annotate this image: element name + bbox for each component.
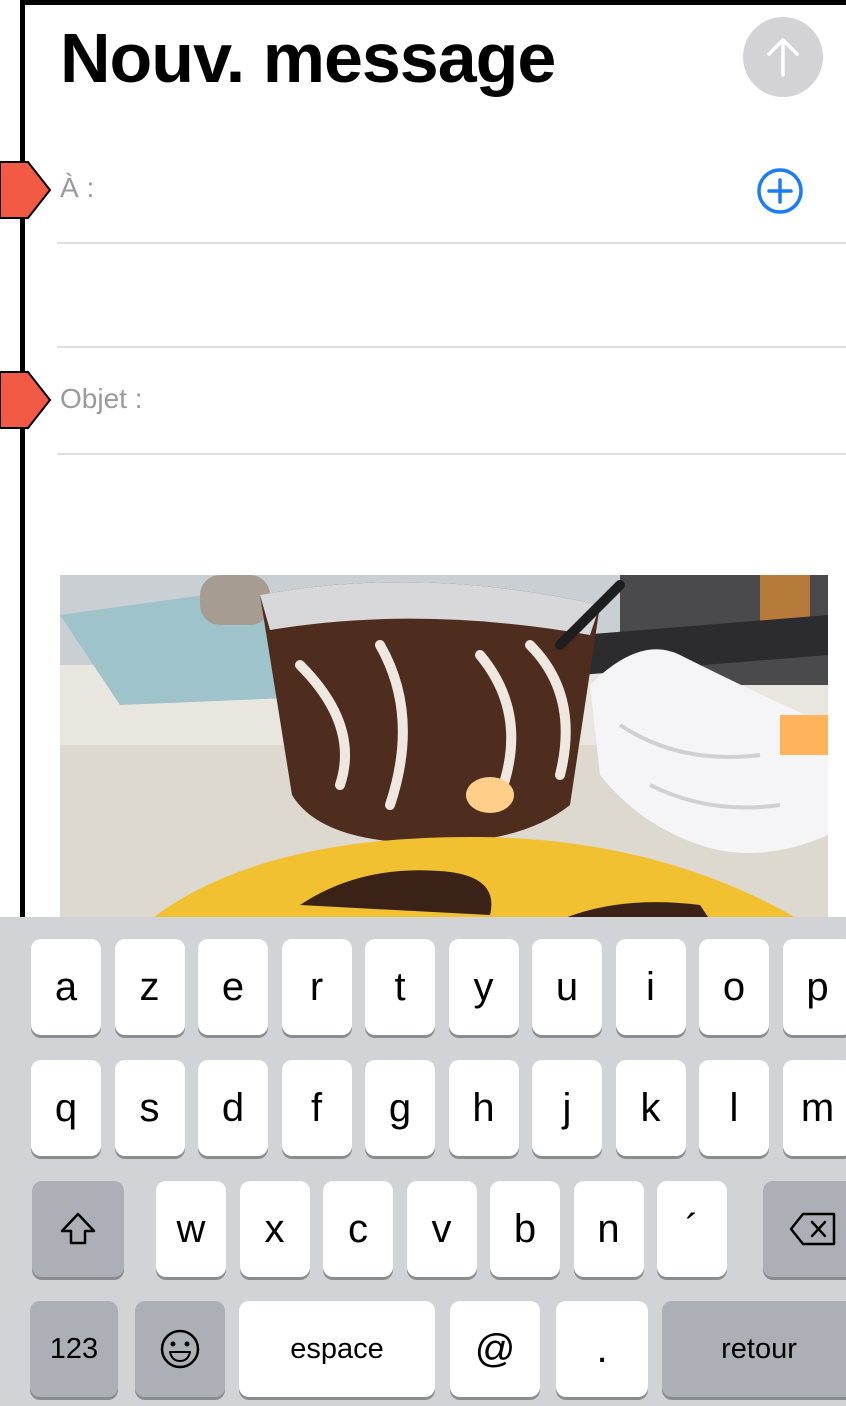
compose-title: Nouv. message bbox=[60, 19, 556, 97]
send-button[interactable] bbox=[743, 17, 823, 97]
key-label: k bbox=[640, 1085, 661, 1130]
key-label: m bbox=[800, 1085, 835, 1130]
key-v[interactable]: v bbox=[406, 1181, 477, 1277]
space-key-label: espace bbox=[290, 1332, 384, 1365]
key-z[interactable]: z bbox=[114, 939, 185, 1035]
key-label: q bbox=[54, 1085, 78, 1130]
key-label: r bbox=[309, 964, 324, 1009]
mail-compose-screen: Nouv. message À : Objet : a z e r t y u … bbox=[0, 0, 846, 1406]
key-w[interactable]: w bbox=[156, 1181, 226, 1277]
arrow-up-icon bbox=[767, 38, 799, 77]
shift-icon bbox=[60, 1212, 96, 1245]
emoji-key[interactable] bbox=[135, 1301, 225, 1397]
callout-arrow-to bbox=[0, 161, 52, 219]
key-label: w bbox=[176, 1206, 206, 1251]
key-label: ´ bbox=[685, 1206, 699, 1251]
key-label: o bbox=[722, 964, 746, 1009]
key-label: a bbox=[54, 964, 78, 1009]
key-s[interactable]: s bbox=[114, 1060, 185, 1156]
key-n[interactable]: n bbox=[573, 1181, 644, 1277]
key-d[interactable]: d bbox=[198, 1060, 268, 1156]
return-key[interactable]: retour bbox=[662, 1301, 846, 1397]
key-g[interactable]: g bbox=[365, 1060, 435, 1156]
key-a[interactable]: a bbox=[31, 939, 101, 1035]
key-label: d bbox=[221, 1085, 245, 1130]
key-m[interactable]: m bbox=[782, 1060, 846, 1156]
key-y[interactable]: y bbox=[448, 939, 519, 1035]
key-label: h bbox=[472, 1085, 495, 1130]
separator bbox=[57, 346, 846, 348]
return-key-label: retour bbox=[721, 1332, 797, 1365]
emoji-icon bbox=[160, 1329, 200, 1369]
key-label: p bbox=[806, 964, 829, 1009]
callout-arrow-subject bbox=[0, 371, 52, 429]
key-x[interactable]: x bbox=[239, 1181, 310, 1277]
shift-key[interactable] bbox=[32, 1181, 124, 1277]
key-label: b bbox=[513, 1206, 537, 1251]
key-label: l bbox=[729, 1085, 739, 1130]
frame-border-top bbox=[20, 0, 846, 5]
key-j[interactable]: j bbox=[532, 1060, 602, 1156]
key-q[interactable]: q bbox=[31, 1060, 101, 1156]
key-label: j bbox=[562, 1085, 572, 1130]
key-f[interactable]: f bbox=[281, 1060, 352, 1156]
key-u[interactable]: u bbox=[532, 939, 602, 1035]
at-key[interactable]: @ bbox=[450, 1301, 540, 1397]
key-i[interactable]: i bbox=[615, 939, 686, 1035]
key-´[interactable]: ´ bbox=[657, 1181, 727, 1277]
space-key[interactable]: espace bbox=[239, 1301, 435, 1397]
add-contact-button[interactable] bbox=[754, 165, 806, 217]
separator bbox=[57, 242, 846, 244]
key-label: s bbox=[139, 1085, 160, 1130]
delete-key[interactable] bbox=[763, 1181, 846, 1277]
key-label: e bbox=[221, 964, 245, 1009]
key-b[interactable]: b bbox=[490, 1181, 560, 1277]
key-label: t bbox=[394, 964, 406, 1009]
key-label: u bbox=[555, 964, 579, 1009]
key-t[interactable]: t bbox=[365, 939, 435, 1035]
numbers-key[interactable]: 123 bbox=[30, 1301, 118, 1397]
plus-circle-icon bbox=[757, 168, 803, 214]
key-r[interactable]: r bbox=[281, 939, 352, 1035]
key-k[interactable]: k bbox=[615, 1060, 686, 1156]
key-label: n bbox=[597, 1206, 620, 1251]
key-label: v bbox=[431, 1206, 452, 1251]
at-key-label: @ bbox=[474, 1326, 516, 1371]
separator bbox=[57, 453, 846, 455]
key-label: x bbox=[264, 1206, 285, 1251]
key-c[interactable]: c bbox=[323, 1181, 393, 1277]
key-label: g bbox=[388, 1085, 412, 1130]
period-key-label: . bbox=[596, 1326, 608, 1371]
key-label: i bbox=[646, 964, 655, 1009]
attached-photo[interactable] bbox=[60, 575, 828, 920]
key-o[interactable]: o bbox=[699, 939, 769, 1035]
to-field-label[interactable]: À : bbox=[60, 172, 94, 204]
key-label: z bbox=[139, 964, 160, 1009]
keyboard: a z e r t y u i o p q s d f g h j k l m w x c v b n ´ 123 bbox=[0, 917, 846, 1406]
backspace-icon bbox=[789, 1212, 836, 1246]
key-p[interactable]: p bbox=[782, 939, 846, 1035]
key-label: f bbox=[310, 1085, 323, 1130]
key-label: y bbox=[473, 964, 494, 1009]
numbers-key-label: 123 bbox=[49, 1332, 99, 1365]
key-l[interactable]: l bbox=[699, 1060, 769, 1156]
key-e[interactable]: e bbox=[198, 939, 268, 1035]
key-label: c bbox=[348, 1206, 368, 1251]
subject-field-label[interactable]: Objet : bbox=[60, 383, 142, 415]
period-key[interactable]: . bbox=[556, 1301, 648, 1397]
key-h[interactable]: h bbox=[448, 1060, 519, 1156]
